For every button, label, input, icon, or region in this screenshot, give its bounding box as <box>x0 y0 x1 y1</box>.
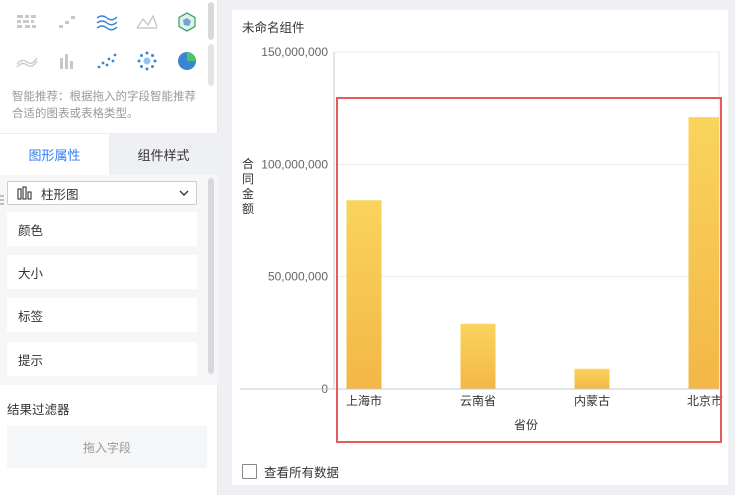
matrix-icon[interactable] <box>14 11 40 33</box>
chart-type-select[interactable]: 柱形图 <box>7 181 197 205</box>
bar[interactable] <box>574 368 610 389</box>
chart-type-select-value: 柱形图 <box>41 187 79 202</box>
chart-type-grid <box>0 0 206 82</box>
x-tick-label: 北京市 <box>687 393 723 408</box>
drag-grip-icon[interactable] <box>0 194 4 206</box>
scatter-small-icon[interactable] <box>54 11 80 33</box>
bar-chart-icon <box>17 186 32 200</box>
property-tabs: 图形属性 组件样式 <box>0 133 218 175</box>
bar[interactable] <box>688 117 720 390</box>
bubble-ring-icon[interactable] <box>134 50 160 72</box>
pie-icon[interactable] <box>174 50 200 72</box>
smart-recommend-hint: 智能推荐：根据拖入的字段智能推荐合适的图表或表格类型。 <box>12 91 196 120</box>
result-filter-title: 结果过滤器 <box>7 403 70 417</box>
left-panel: 智能推荐：根据拖入的字段智能推荐合适的图表或表格类型。 图形属性 组件样式 柱形… <box>0 0 218 495</box>
y-axis-label: 合同金额 <box>242 156 254 216</box>
show-all-data-label: 查看所有数据 <box>264 466 340 480</box>
properties-scrollbar[interactable] <box>208 178 214 374</box>
filter-drop-zone[interactable]: 拖入字段 <box>7 426 207 468</box>
component-panel: 未命名组件 0 50,000,000 100,000,000 150,000,000 上… <box>232 10 728 485</box>
component-title[interactable]: 未命名组件 <box>242 17 305 36</box>
chevron-down-icon <box>179 190 189 196</box>
bar[interactable] <box>346 200 382 389</box>
x-tick-label: 内蒙古 <box>574 393 610 408</box>
y-tick-label: 150,000,000 <box>261 45 328 59</box>
tab-graphic-properties[interactable]: 图形属性 <box>0 134 109 175</box>
show-all-data-checkbox[interactable] <box>242 464 257 479</box>
bar-small-icon[interactable] <box>54 50 80 72</box>
left-panel-scrollbar[interactable] <box>208 44 214 86</box>
dot-scatter-icon[interactable] <box>94 50 120 72</box>
bar-chart: 050,000,000100,000,000150,000,000上海市 云南省内… <box>240 45 723 432</box>
x-axis-label: 省份 <box>514 418 538 432</box>
area-line-icon[interactable] <box>14 50 40 72</box>
property-label[interactable]: 标签 <box>7 298 197 332</box>
show-all-data-toggle[interactable]: 查看所有数据 <box>242 462 339 481</box>
bar[interactable] <box>460 323 496 389</box>
property-size[interactable]: 大小 <box>7 255 197 289</box>
y-tick-label: 100,000,000 <box>261 157 328 171</box>
multi-line-icon[interactable] <box>94 11 120 33</box>
x-tick-label: 云南省 <box>460 393 496 408</box>
radar-icon[interactable] <box>174 11 200 33</box>
property-color[interactable]: 颜色 <box>7 212 197 246</box>
y-tick-label: 50,000,000 <box>268 270 328 284</box>
property-tooltip[interactable]: 提示 <box>7 342 197 376</box>
line-trend-icon[interactable] <box>134 11 160 33</box>
tab-component-style[interactable]: 组件样式 <box>109 134 218 175</box>
x-tick-label: 上海市 <box>346 393 382 408</box>
chart-types-scrollbar[interactable] <box>208 2 214 40</box>
